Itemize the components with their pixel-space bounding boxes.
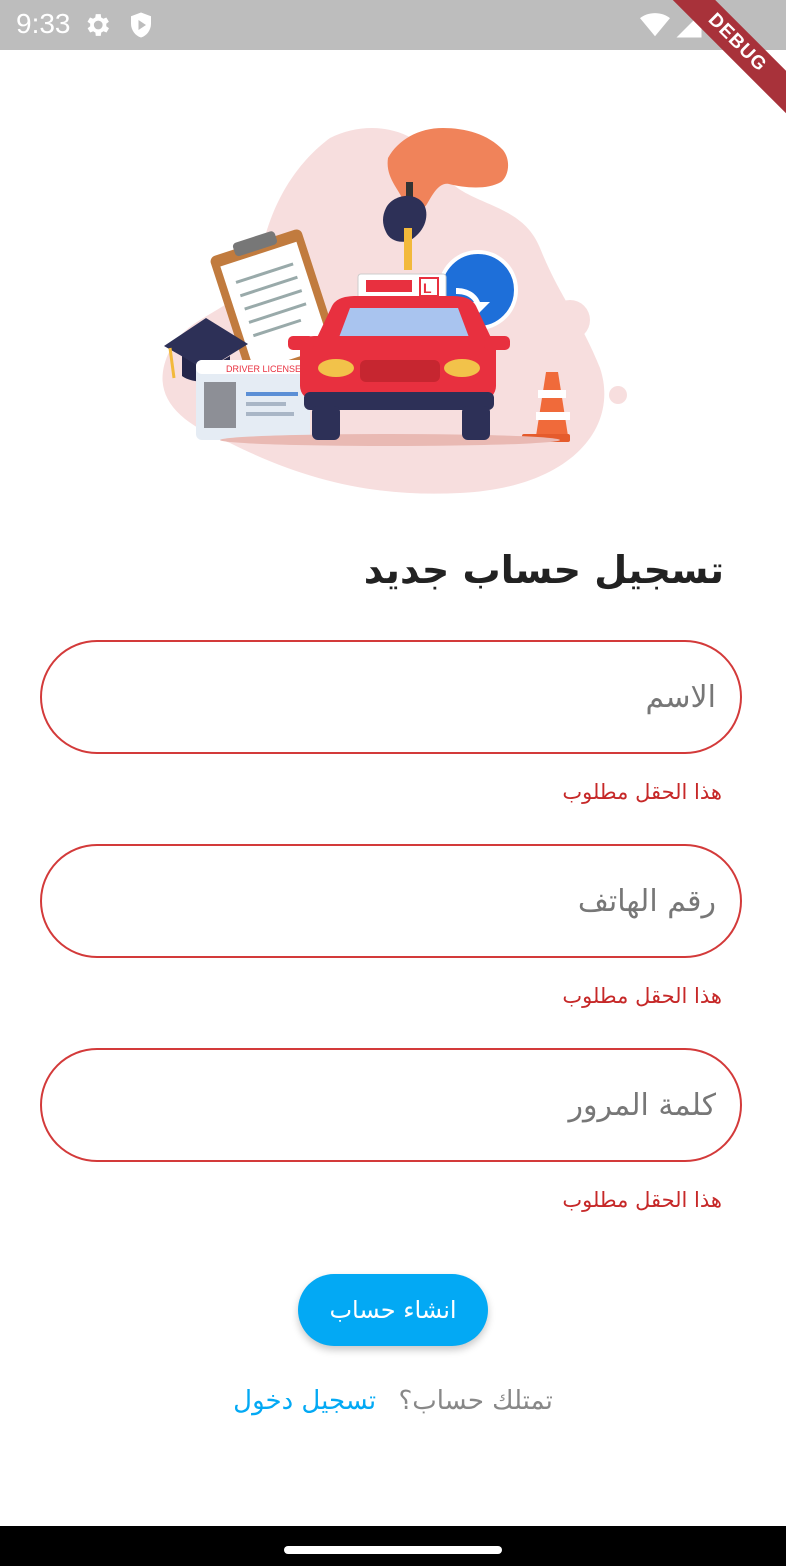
have-account-text: تمتلك حساب؟ — [398, 1386, 553, 1416]
blob-dot — [609, 386, 627, 404]
create-account-button[interactable]: انشاء حساب — [298, 1274, 488, 1346]
password-field[interactable] — [40, 1048, 742, 1162]
status-bar: 9:33 — [0, 0, 786, 50]
login-link[interactable]: تسجيل دخول — [233, 1386, 376, 1416]
driving-school-illustration: DRIVER LICENSE L — [162, 128, 627, 494]
name-input[interactable] — [72, 642, 718, 752]
gear-icon — [87, 14, 109, 36]
license-label: DRIVER LICENSE — [226, 364, 301, 374]
plate-letter: L — [423, 280, 432, 296]
wifi-icon — [640, 13, 670, 37]
page-title: تسجيل حساب جديد — [363, 548, 724, 592]
home-gesture-handle[interactable] — [284, 1546, 502, 1554]
password-error: هذا الحقل مطلوب — [562, 1188, 722, 1212]
blob-dot — [278, 196, 306, 224]
login-prompt: تمتلك حساب؟ تسجيل دخول — [0, 1386, 786, 1416]
phone-input[interactable] — [72, 846, 718, 956]
phone-field[interactable] — [40, 844, 742, 958]
name-field[interactable] — [40, 640, 742, 754]
phone-error: هذا الحقل مطلوب — [562, 984, 722, 1008]
status-time: 9:33 — [16, 8, 71, 39]
driver-license-card: DRIVER LICENSE — [196, 360, 310, 440]
name-error: هذا الحقل مطلوب — [562, 780, 722, 804]
password-input[interactable] — [72, 1050, 718, 1160]
blob-dot — [550, 300, 590, 340]
navigation-bar — [0, 1526, 786, 1566]
shield-play-icon — [131, 12, 151, 38]
